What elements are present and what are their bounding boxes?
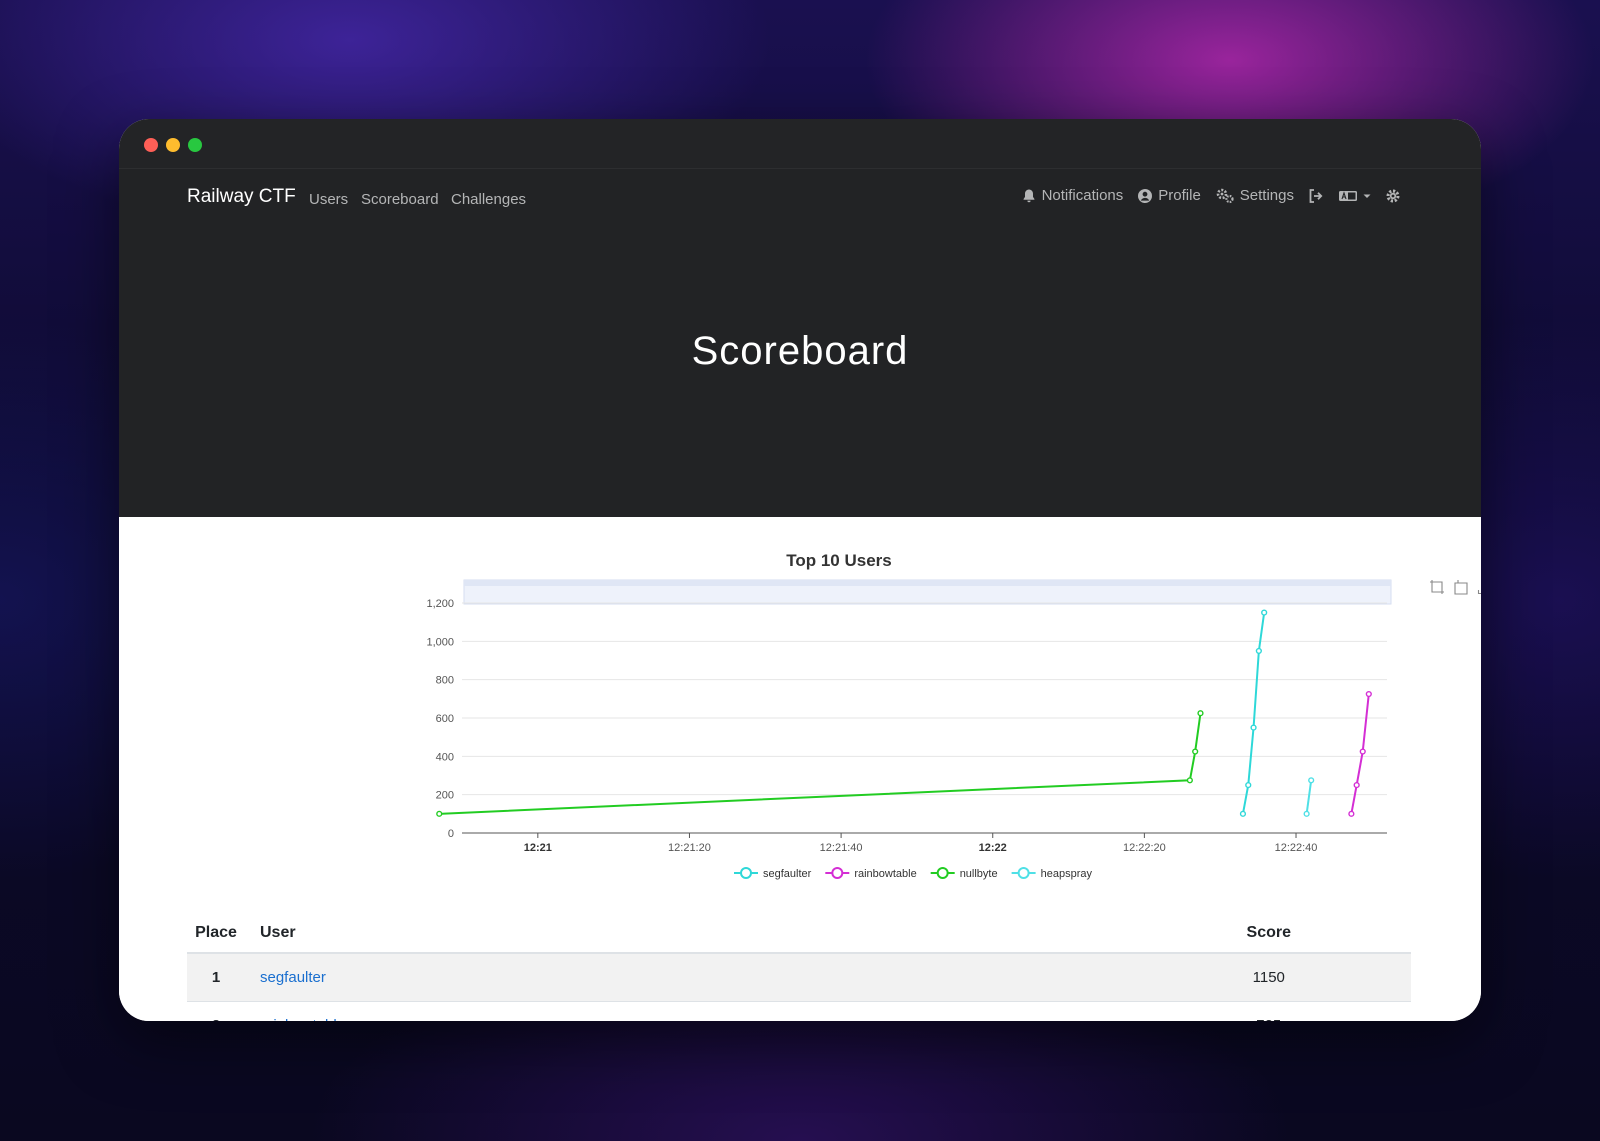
nav-settings[interactable]: Settings <box>1215 187 1294 204</box>
nav-link-challenges[interactable]: Challenges <box>451 191 526 208</box>
notifications-label: Notifications <box>1041 187 1124 204</box>
language-icon <box>1339 190 1357 201</box>
settings-label: Settings <box>1239 187 1294 204</box>
maximize-window-button[interactable] <box>188 138 202 152</box>
nav-language-dropdown[interactable] <box>1338 188 1371 204</box>
data-point-rainbowtable <box>1353 781 1360 789</box>
x-tick-label: 12:22:40 <box>1275 842 1318 854</box>
header-place: Place <box>187 915 245 954</box>
chart-toolbox <box>1429 579 1481 595</box>
row-score: 725 <box>1246 1000 1411 1021</box>
x-tick-label: 12:21:40 <box>820 842 863 854</box>
data-point-nullbyte <box>1197 710 1204 717</box>
data-point-nullbyte <box>436 810 443 817</box>
minimize-window-button[interactable] <box>166 138 180 152</box>
nav-theme-toggle[interactable] <box>1385 188 1401 204</box>
legend-marker <box>831 867 844 879</box>
brand-link[interactable]: Railway CTF <box>187 186 296 208</box>
nav-logout[interactable] <box>1308 188 1324 204</box>
legend-label: rainbowtable <box>854 868 916 880</box>
data-point-rainbowtable <box>1365 690 1372 698</box>
page-header: Railway CTF Users Scoreboard Challenges … <box>119 169 1481 517</box>
score-chart: Top 10 Users 0 200 400 600 800 1,000 1,200 12:2… <box>279 545 1481 885</box>
nav-notifications[interactable]: Notifications <box>1021 187 1124 204</box>
y-tick-label: 600 <box>436 713 454 725</box>
download-icon[interactable] <box>1477 579 1481 595</box>
y-tick-label: 1,200 <box>426 598 454 610</box>
y-tick-label: 1,000 <box>426 636 454 648</box>
zoom-reset-icon[interactable] <box>1453 579 1469 595</box>
data-point-nullbyte <box>1192 748 1199 755</box>
y-tick-label: 800 <box>436 675 454 687</box>
header-user: User <box>245 915 1247 954</box>
profile-label: Profile <box>1158 187 1201 204</box>
gear-icon <box>1386 189 1400 202</box>
y-tick-label: 0 <box>448 828 454 840</box>
table-row: 2 rainbowtable 725 <box>187 1000 1411 1022</box>
data-point-nullbyte <box>1186 777 1193 784</box>
data-point-segfaulter <box>1255 647 1262 655</box>
series-line-heapspray <box>1305 780 1313 814</box>
data-point-heapspray <box>1303 810 1310 817</box>
main-content: Top 10 Users 0 200 400 600 800 1,000 1,200 12:2… <box>119 517 1481 1021</box>
x-tick-label: 12:22 <box>979 842 1007 854</box>
series-line-nullbyte <box>439 713 1202 815</box>
data-point-segfaulter <box>1250 724 1257 731</box>
cogs-icon <box>1216 188 1234 203</box>
nav-profile[interactable]: Profile <box>1137 187 1201 204</box>
nav-link-users[interactable]: Users <box>309 191 348 208</box>
data-point-segfaulter <box>1261 609 1268 616</box>
header-score: Score <box>1246 915 1411 954</box>
sign-out-icon <box>1309 188 1323 203</box>
legend-marker <box>936 867 949 879</box>
user-link[interactable]: rainbowtable <box>260 1017 345 1022</box>
legend-label: heapspray <box>1041 868 1093 880</box>
chart-plot: 0 200 400 600 800 1,000 1,200 12:21 12:21:20 12:2… <box>426 579 1392 880</box>
row-place: 2 <box>187 1000 245 1021</box>
series-line-rainbowtable <box>1350 693 1370 815</box>
data-point-rainbowtable <box>1348 810 1355 817</box>
table-row: 1 segfaulter 1150 <box>187 952 1411 1001</box>
user-circle-icon <box>1138 188 1153 203</box>
x-tick-label: 12:22:20 <box>1123 842 1166 854</box>
legend-marker <box>740 867 752 879</box>
caret-down-icon <box>1363 194 1371 198</box>
browser-window: Railway CTF Users Scoreboard Challenges … <box>119 119 1481 1021</box>
bell-icon <box>1023 189 1034 202</box>
zoom-icon[interactable] <box>1429 579 1445 595</box>
y-tick-label: 200 <box>436 790 454 802</box>
legend-marker <box>1017 867 1030 879</box>
data-point-heapspray <box>1308 777 1315 784</box>
legend-label: nullbyte <box>960 868 998 880</box>
row-score: 1150 <box>1246 952 1411 1001</box>
data-point-rainbowtable <box>1359 748 1366 755</box>
legend-label: segfaulter <box>763 868 812 880</box>
page-title: Scoreboard <box>691 329 909 373</box>
nav-link-scoreboard[interactable]: Scoreboard <box>361 191 439 208</box>
close-window-button[interactable] <box>144 138 158 152</box>
row-place: 1 <box>187 952 245 1001</box>
data-point-segfaulter <box>1239 810 1247 817</box>
data-point-segfaulter <box>1245 781 1252 789</box>
scoreboard-table: Place User Score 1 segfaulter 1150 2 rai… <box>187 915 1411 1021</box>
table-header-row: Place User Score <box>187 915 1411 954</box>
navbar: Railway CTF Users Scoreboard Challenges … <box>119 169 1481 225</box>
user-link[interactable]: segfaulter <box>260 969 326 986</box>
window-titlebar <box>119 119 1481 169</box>
x-tick-label: 12:21 <box>524 842 552 854</box>
data-zoom-handle-bar <box>464 580 1391 586</box>
y-tick-label: 400 <box>436 751 454 763</box>
navbar-right: Notifications Profile Settings <box>1021 187 1401 204</box>
x-tick-label: 12:21:20 <box>668 842 711 854</box>
